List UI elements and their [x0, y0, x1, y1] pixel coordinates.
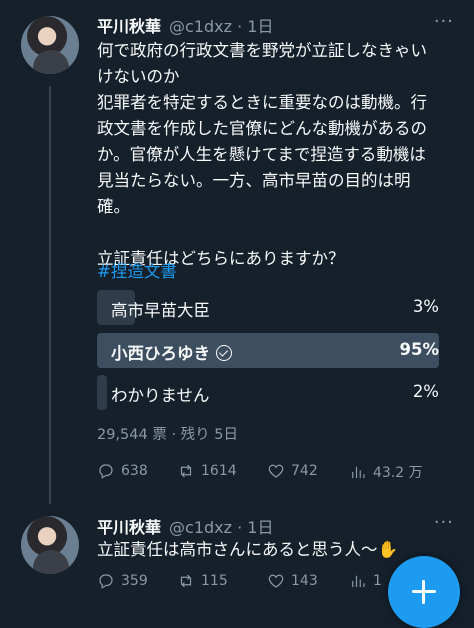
display-name[interactable]: 平川秋華 — [97, 17, 161, 36]
retweet-icon — [180, 464, 192, 478]
poll-option[interactable]: 高市早苗大臣 3% — [97, 290, 439, 325]
tweet-actions: 638 1614 742 43.2 万 — [97, 462, 437, 486]
retweet-count: 1614 — [201, 463, 237, 479]
poll-option[interactable]: わかりません 2% — [97, 375, 439, 410]
display-name[interactable]: 平川秋華 — [97, 518, 161, 537]
tweet-header: 平川秋華 @c1dxz · 1日 — [97, 514, 273, 538]
more-options-icon[interactable]: ··· — [434, 11, 454, 32]
tweet-text: 何で政府の行政文書を野党が立証しなきゃい けないのか 犯罪者を特定するときに重要… — [97, 41, 427, 268]
poll-bar — [97, 375, 108, 410]
reply-icon — [99, 464, 113, 479]
poll-meta: 29,544 票 · 残り 5日 — [97, 427, 239, 443]
compose-button[interactable] — [388, 556, 460, 628]
thread-line — [49, 86, 51, 504]
reply-count: 638 — [121, 463, 148, 479]
reply-button[interactable]: 638 — [97, 462, 148, 480]
reply-button[interactable]: 359 — [97, 572, 148, 590]
raised-hand-emoji: ✋ — [377, 540, 399, 559]
retweet-count: 115 — [201, 573, 228, 589]
avatar[interactable] — [21, 516, 79, 574]
more-options-icon[interactable]: ··· — [434, 512, 454, 533]
poll-option-label: わかりません — [111, 386, 210, 405]
poll-option-label: 小西ひろゆき — [111, 340, 232, 364]
tweet-actions: 359 115 143 1 — [97, 572, 437, 596]
poll-option-label: 高市早苗大臣 — [111, 301, 210, 320]
hashtag-link[interactable]: #捏造文書 — [97, 258, 177, 282]
poll-option-percent: 95% — [399, 340, 440, 359]
poll-option[interactable]: 小西ひろゆき 95% — [97, 333, 439, 368]
views-count: 43.2 万 — [373, 465, 423, 481]
retweet-icon — [180, 574, 192, 588]
poll-option-percent: 2% — [412, 382, 439, 401]
handle-time[interactable]: @c1dxz · 1日 — [169, 17, 273, 36]
check-circle-icon — [216, 345, 232, 361]
tweet-header: 平川秋華 @c1dxz · 1日 — [97, 13, 273, 37]
reply-count: 359 — [121, 573, 148, 589]
heart-icon — [268, 464, 284, 478]
like-count: 143 — [291, 573, 318, 589]
views-icon — [352, 575, 365, 587]
views-count: 1 — [373, 573, 382, 589]
reply-icon — [99, 574, 113, 589]
views-button[interactable]: 43.2 万 — [349, 462, 423, 482]
handle-time[interactable]: @c1dxz · 1日 — [169, 518, 273, 537]
like-button[interactable]: 742 — [267, 462, 318, 480]
views-button[interactable]: 1 — [349, 572, 382, 590]
views-icon — [352, 466, 365, 478]
poll-option-percent: 3% — [412, 297, 439, 316]
retweet-button[interactable]: 1614 — [177, 462, 237, 480]
like-button[interactable]: 143 — [267, 572, 318, 590]
like-count: 742 — [291, 463, 318, 479]
retweet-button[interactable]: 115 — [177, 572, 228, 590]
avatar[interactable] — [21, 16, 79, 74]
heart-icon — [268, 574, 284, 588]
tweet-text: 立証責任は高市さんにあると思う人〜✋ — [97, 540, 399, 559]
